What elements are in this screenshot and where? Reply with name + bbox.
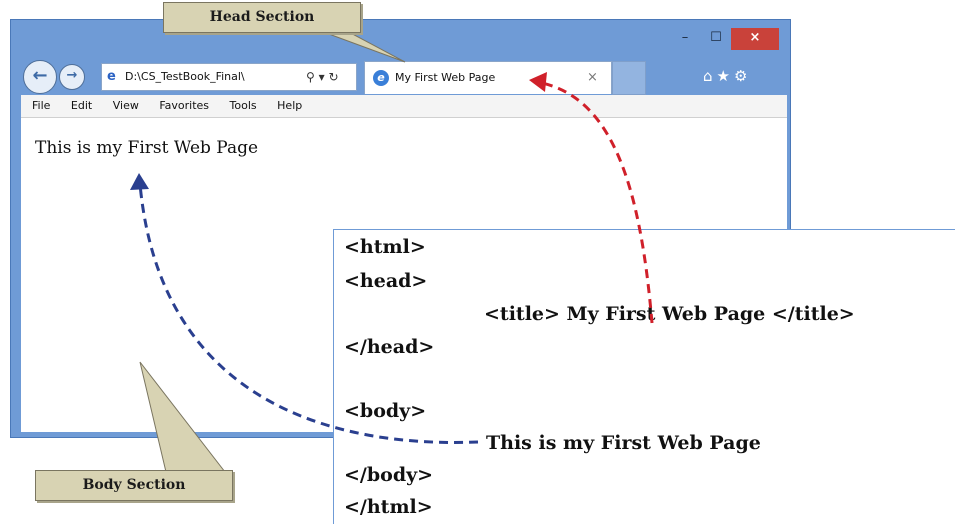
body-arrowhead — [130, 173, 149, 190]
head-arrowhead — [529, 72, 547, 92]
body-arrow — [138, 183, 479, 444]
head-arrow — [536, 80, 654, 324]
connector-arrows — [130, 72, 654, 444]
